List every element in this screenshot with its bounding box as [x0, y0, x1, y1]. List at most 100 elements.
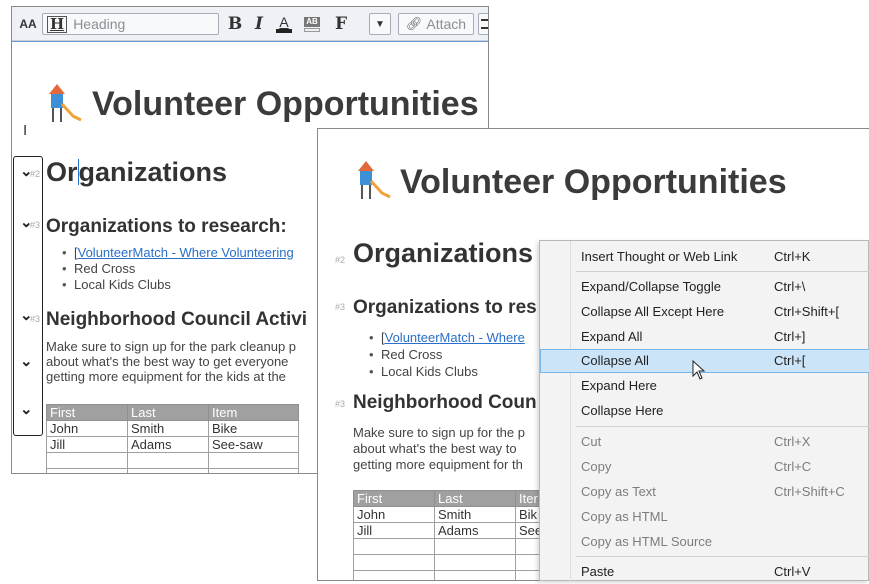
menu-item-shortcut: Ctrl+\ [774, 279, 806, 294]
heading-level-marker: #3 [335, 302, 346, 312]
table-cell[interactable] [46, 468, 128, 473]
heading-level-marker: #3 [30, 314, 41, 324]
heading-organizations-to-research: Organizations to research: [46, 216, 287, 237]
menu-item-label: Collapse All [581, 353, 649, 368]
font-size-button[interactable]: AA [16, 13, 40, 35]
table-cell[interactable]: Smith [434, 506, 516, 523]
menu-item-shortcut: Ctrl+] [774, 329, 806, 344]
menu-item-insert-thought[interactable]: Insert Thought or Web Link Ctrl+K [540, 245, 869, 269]
highlight-label: AB [304, 16, 320, 27]
more-dropdown-button[interactable]: ▼ [369, 13, 391, 35]
menu-separator [576, 271, 869, 272]
table-cell[interactable]: Bike [208, 420, 299, 437]
table-cell[interactable]: Adams [127, 436, 209, 453]
menu-item-cut[interactable]: Cut Ctrl+X [540, 430, 869, 454]
table-header-cell: First [46, 404, 128, 421]
menu-item-collapse-here[interactable]: Collapse Here [540, 399, 869, 423]
chevron-down-icon[interactable]: ⌄ [20, 352, 33, 370]
volunteermatch-link[interactable]: VolunteerMatch - Where [385, 330, 525, 345]
data-table: First Last Item John Smith Bike Jill Ada… [46, 404, 299, 473]
menu-item-shortcut: Ctrl+[ [774, 353, 806, 368]
attach-label: Attach [426, 16, 467, 32]
table-cell[interactable] [353, 538, 435, 555]
table-cell[interactable] [208, 468, 299, 473]
paragraph-line: about what's the best way to get everyon… [46, 354, 289, 369]
table-cell[interactable]: See-saw [208, 436, 299, 453]
heading-organizations: Organizations [46, 157, 227, 188]
menu-item-label: Expand All [581, 329, 643, 344]
list-item: [VolunteerMatch - Where Volunteering [62, 245, 294, 260]
table-cell[interactable] [434, 570, 516, 580]
menu-item-expand-collapse-toggle[interactable]: Expand/Collapse Toggle Ctrl+\ [540, 275, 869, 299]
menu-separator [576, 556, 869, 557]
menu-item-label: Copy as HTML Source [581, 534, 713, 549]
menu-item-label: Insert Thought or Web Link [581, 249, 738, 264]
table-cell[interactable]: Jill [353, 522, 435, 539]
table-header-cell: Last [434, 490, 516, 507]
table-cell[interactable]: Jill [46, 436, 128, 453]
menu-item-label: Copy as Text [581, 484, 656, 499]
italic-label: I [255, 14, 263, 34]
table-cell[interactable] [208, 452, 299, 469]
table-cell[interactable] [353, 570, 435, 580]
table-cell[interactable] [127, 468, 209, 473]
heading-neighborhood-council: Neighborhood Coun [353, 392, 537, 413]
table-cell[interactable]: Adams [434, 522, 516, 539]
menu-item-expand-all[interactable]: Expand All Ctrl+] [540, 325, 869, 349]
heading-level-marker: #3 [335, 399, 346, 409]
menu-item-label: Expand Here [581, 378, 657, 393]
paperclip-icon: 🔗︎ [405, 16, 423, 31]
hamburger-icon [481, 19, 488, 29]
chevron-down-icon[interactable]: ⌄ [20, 400, 33, 418]
menu-item-copy-as-text[interactable]: Copy as Text Ctrl+Shift+C [540, 480, 869, 504]
table-header-cell: Last [127, 404, 209, 421]
volunteermatch-link[interactable]: VolunteerMatch - Where Volunteering [78, 245, 294, 260]
attach-button[interactable]: 🔗︎ Attach [398, 13, 474, 35]
font-color-button[interactable]: A [272, 13, 296, 35]
menu-item-paste[interactable]: Paste Ctrl+V [540, 560, 869, 584]
italic-button[interactable]: I [248, 13, 270, 35]
font-button[interactable]: F [330, 13, 352, 35]
menu-item-copy-as-html[interactable]: Copy as HTML [540, 505, 869, 529]
table-cell[interactable] [127, 452, 209, 469]
heading-style-label: Heading [73, 16, 126, 32]
heading-level-marker: #2 [30, 169, 41, 179]
table-cell[interactable]: John [353, 506, 435, 523]
heading-icon: H [47, 15, 68, 33]
list-item: [VolunteerMatch - Where [369, 330, 525, 345]
menu-item-label: Paste [581, 564, 615, 579]
table-header-cell: First [353, 490, 435, 507]
highlight-button[interactable]: AB [300, 13, 324, 35]
menu-item-shortcut: Ctrl+K [774, 249, 811, 264]
document-title: Volunteer Opportunities [92, 85, 479, 123]
heading-style-dropdown[interactable]: H Heading [42, 13, 219, 35]
table-cell[interactable] [434, 554, 516, 571]
menu-item-label: Collapse All Except Here [581, 304, 725, 319]
list-item: Local Kids Clubs [62, 277, 171, 292]
table-header-cell: Item [208, 404, 299, 421]
heading-text-before-cursor: Or [46, 157, 78, 187]
font-size-label: AA [19, 17, 37, 31]
table-cell[interactable] [434, 538, 516, 555]
table-cell[interactable] [46, 452, 128, 469]
table-cell[interactable] [353, 554, 435, 571]
table-row: Jill Adams See-saw [46, 436, 299, 453]
list-item: Local Kids Clubs [369, 364, 478, 379]
bold-button[interactable]: B [224, 13, 246, 35]
list-item: Red Cross [369, 347, 443, 362]
heading-text-after-cursor: ganizations [78, 157, 228, 187]
table-cell[interactable]: John [46, 420, 128, 437]
heading-organizations-to-research: Organizations to res [353, 297, 537, 318]
document-title: Volunteer Opportunities [400, 163, 787, 201]
menu-item-copy[interactable]: Copy Ctrl+C [540, 455, 869, 479]
menu-item-label: Collapse Here [581, 403, 664, 418]
font-color-label: A [279, 14, 289, 30]
color-bar-icon [276, 29, 292, 33]
table-row [46, 468, 299, 473]
playground-slide-icon [49, 84, 82, 122]
table-cell[interactable]: Smith [127, 420, 209, 437]
paragraph-line: getting more equipment for the kids at t… [46, 369, 286, 384]
menu-item-copy-as-html-source[interactable]: Copy as HTML Source [540, 530, 869, 554]
menu-item-collapse-all-except-here[interactable]: Collapse All Except Here Ctrl+Shift+[ [540, 300, 869, 324]
menu-button[interactable] [478, 13, 488, 35]
